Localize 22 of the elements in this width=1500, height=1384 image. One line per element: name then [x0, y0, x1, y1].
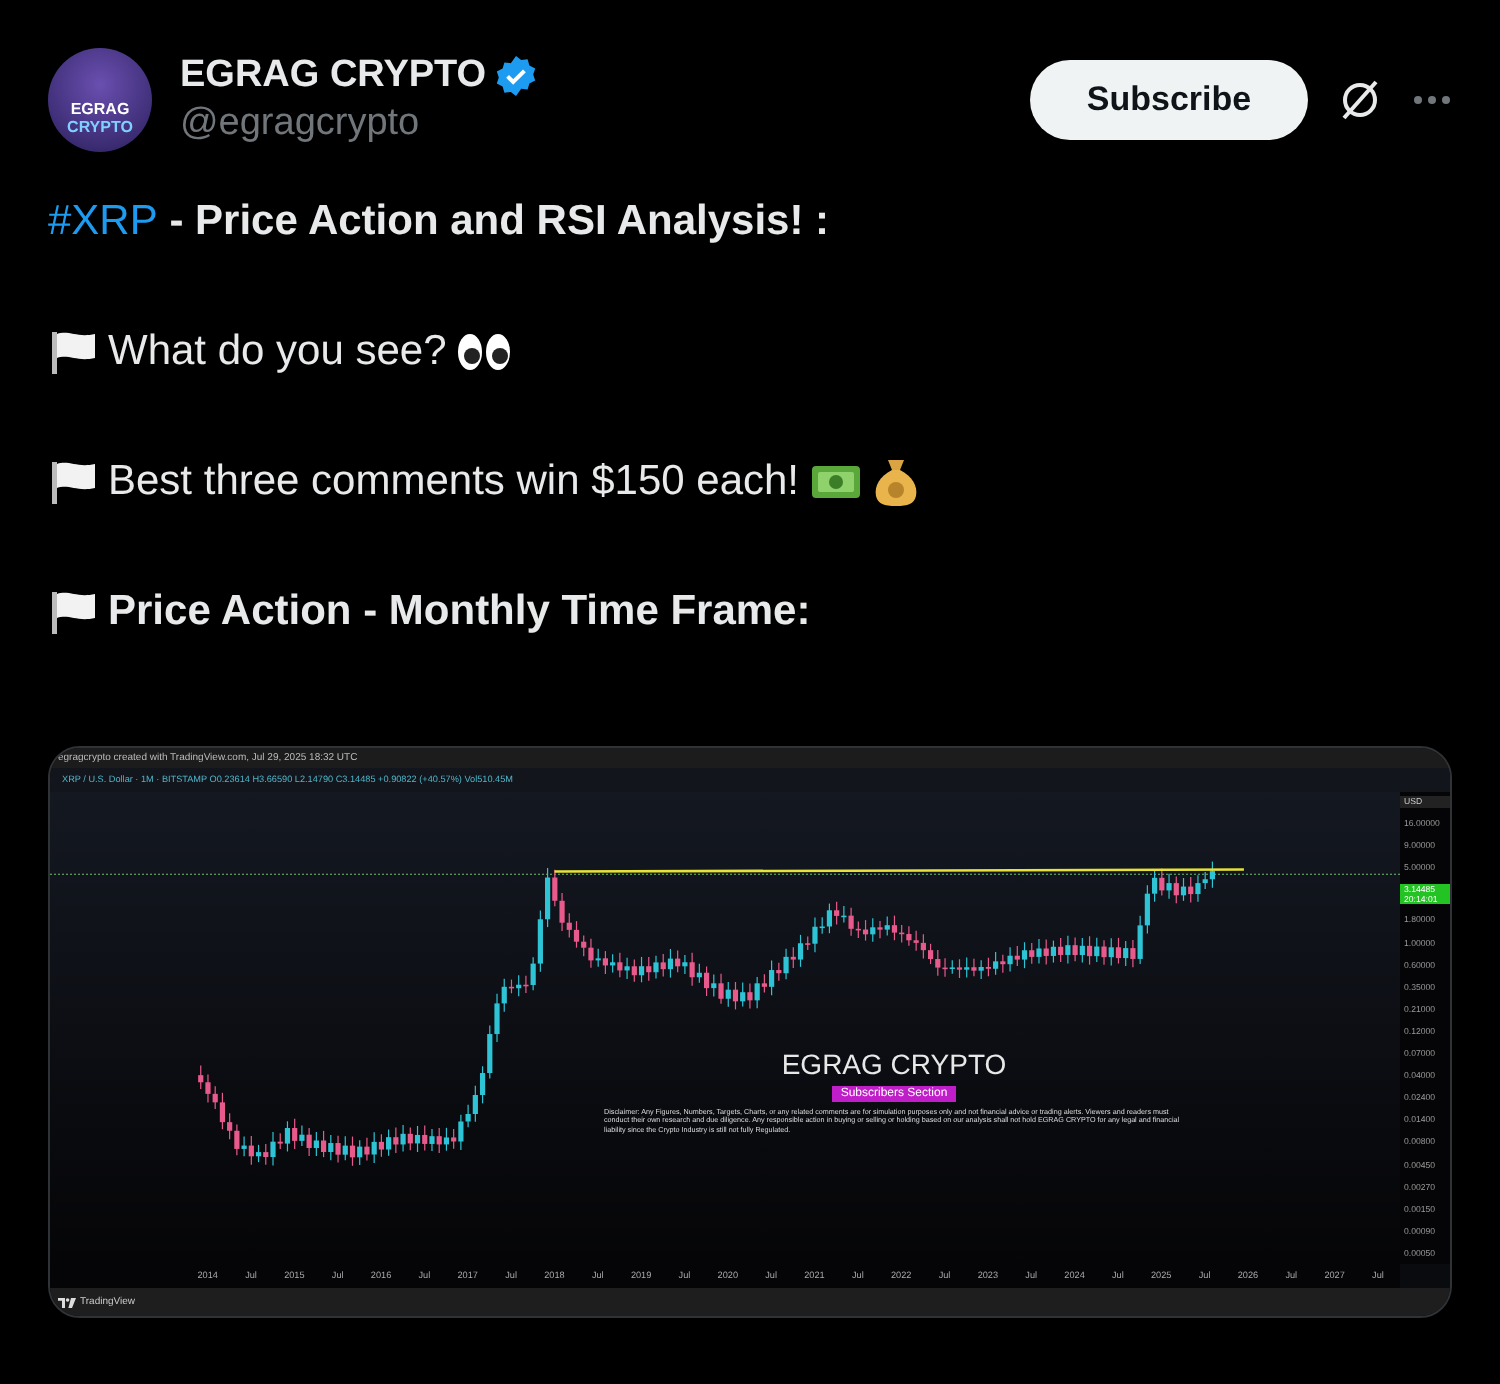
flag-icon — [48, 328, 100, 376]
moneybag-icon — [871, 456, 920, 508]
tweet-text: Price Action - Monthly Time Frame: — [108, 586, 811, 638]
avatar-text: EGRAG — [70, 100, 130, 118]
tradingview-logo-icon — [58, 1297, 76, 1307]
chart-image[interactable] — [48, 746, 1452, 1318]
banknote-icon — [809, 460, 862, 504]
more-icon[interactable] — [1412, 94, 1452, 106]
avatar-text: CRYPTO — [67, 118, 133, 136]
tweet-text: - Price Action and RSI Analysis! : — [167, 196, 830, 248]
verified-badge-icon — [494, 54, 539, 98]
hashtag-link[interactable]: #XRP — [48, 196, 158, 248]
flag-icon — [48, 588, 100, 636]
watermark-text: EGRAG CRYPTO — [781, 1048, 1007, 1080]
tweet-text: Best three comments win $150 each! — [108, 456, 800, 508]
author-handle[interactable]: @egragcrypto — [180, 102, 1030, 146]
flag-icon — [48, 458, 100, 506]
author-name[interactable]: EGRAG CRYPTO — [180, 54, 487, 98]
eyes-icon — [456, 330, 513, 374]
subscribe-button[interactable]: Subscribe — [1030, 60, 1308, 140]
avatar[interactable]: EGRAG CRYPTO — [48, 48, 152, 152]
tweet-text: What do you see? — [108, 326, 447, 378]
